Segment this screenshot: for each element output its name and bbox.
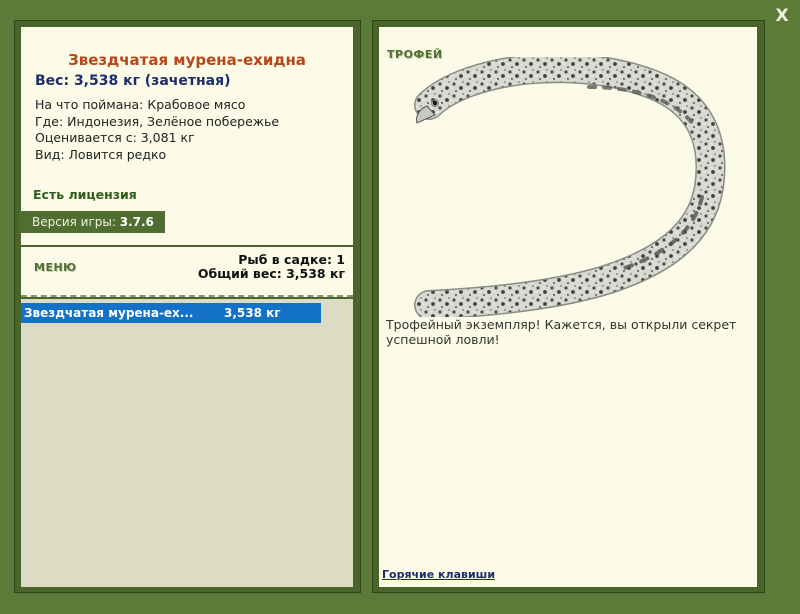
detail-rarity: Вид: Ловится редко xyxy=(35,146,167,162)
menu-button[interactable]: МЕНЮ xyxy=(34,261,77,274)
fish-details: На что поймана: Крабовое мясо Где: Индон… xyxy=(35,97,279,163)
list-item-name: Звездчатая мурена-ех... xyxy=(24,306,194,320)
close-icon: X xyxy=(775,6,789,26)
total-weight: Общий вес: 3,538 кг xyxy=(197,266,345,281)
trophy-description: Трофейный экземпляр! Кажется, вы открыли… xyxy=(386,317,737,347)
license-status: Есть лицензия xyxy=(33,187,137,202)
left-panel: Звездчатая мурена-ехидна Вес: 3,538 кг (… xyxy=(14,20,361,593)
fish-weight: Вес: 3,538 кг (зачетная) xyxy=(35,73,231,89)
keepnet-stats: Рыб в садке: 1 Общий вес: 3,538 кг xyxy=(198,253,345,281)
moray-eel-image xyxy=(414,57,726,317)
version-value: 3.7.6 xyxy=(119,215,154,229)
right-panel: ТРОФЕЙ Трофейный экземпляр! Кажется, вы … xyxy=(372,20,765,593)
hotkeys-link[interactable]: Горячие клавиши xyxy=(382,568,495,581)
fish-title: Звездчатая мурена-ехидна xyxy=(68,51,306,69)
trophy-card: ТРОФЕЙ Трофейный экземпляр! Кажется, вы … xyxy=(379,27,757,587)
version-badge: Версия игры: 3.7.6 xyxy=(19,211,165,233)
list-item[interactable]: Звездчатая мурена-ех... 3,538 кг xyxy=(21,303,321,323)
menu-bar: МЕНЮ Рыб в садке: 1 Общий вес: 3,538 кг xyxy=(21,247,353,297)
detail-bait: На что поймана: Крабовое мясо xyxy=(35,97,246,112)
catch-list: Звездчатая мурена-ех... 3,538 кг xyxy=(21,299,353,587)
close-button[interactable]: X xyxy=(772,6,792,26)
version-label: Версия игры: xyxy=(32,215,120,229)
fish-count: Рыб в садке: 1 xyxy=(238,252,345,267)
fish-info-card: Звездчатая мурена-ехидна Вес: 3,538 кг (… xyxy=(19,27,353,245)
list-item-weight: 3,538 кг xyxy=(224,306,281,320)
detail-min-weight: Оценивается с: 3,081 кг xyxy=(35,130,195,145)
detail-location: Где: Индонезия, Зелёное побережье xyxy=(35,113,280,129)
